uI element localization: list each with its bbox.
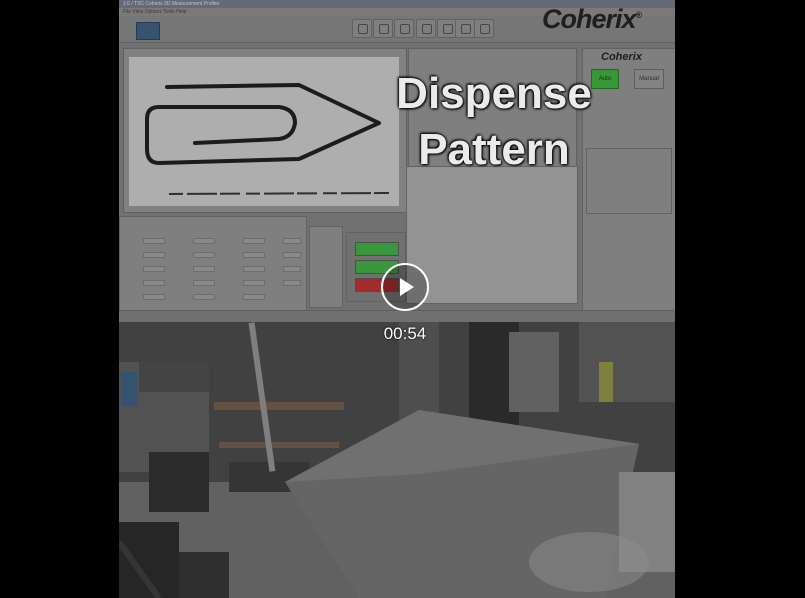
toolbar-button-6 [455, 19, 475, 38]
toolbar-button-7 [474, 19, 494, 38]
panel-logo: Coherix [601, 51, 642, 63]
field [283, 266, 301, 272]
coherix-logo: Coherix® [542, 4, 642, 34]
video-duration: 00:54 [383, 324, 427, 343]
toolbar-button-4 [416, 19, 436, 38]
play-button[interactable] [381, 263, 429, 311]
field [193, 252, 215, 258]
field [243, 280, 265, 286]
field [243, 238, 265, 244]
field [143, 238, 165, 244]
field [193, 238, 215, 244]
status-button-green-1 [355, 242, 399, 256]
field [193, 280, 215, 286]
field [143, 280, 165, 286]
field [143, 252, 165, 258]
field [193, 294, 215, 300]
overlay-caption: Dispense Pattern [379, 66, 609, 178]
manual-button: Manual [634, 69, 664, 89]
field [143, 266, 165, 272]
camera-view [129, 57, 399, 206]
toolbar-button-5 [437, 19, 457, 38]
workcell-photo [119, 322, 675, 598]
field [283, 238, 301, 244]
field [243, 294, 265, 300]
dispense-pattern-image [129, 57, 399, 206]
toolbar-button-1 [352, 19, 372, 38]
side-control-panel [309, 226, 343, 308]
field [193, 266, 215, 272]
toolbar-button-2 [373, 19, 393, 38]
field [283, 252, 301, 258]
field [143, 294, 165, 300]
field [243, 252, 265, 258]
overlay-caption-line1: Dispense [396, 69, 592, 118]
overlay-caption-line2: Pattern [418, 125, 570, 174]
measurement-panel [406, 166, 578, 304]
software-menu-items: File View Options Tools Help [123, 9, 187, 15]
field [243, 266, 265, 272]
app-icon [136, 22, 160, 40]
field [283, 280, 301, 286]
workcell-scene [119, 322, 675, 598]
software-window-title: 1:0 / TSC Coherix 3D Measurement Profile… [123, 1, 220, 7]
play-icon [400, 278, 414, 296]
toolbar-button-3 [394, 19, 414, 38]
